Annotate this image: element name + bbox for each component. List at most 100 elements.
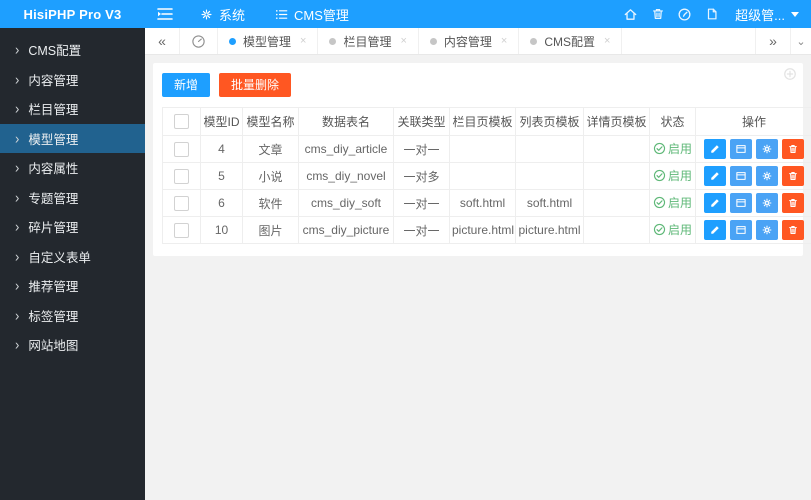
delete-button[interactable]: [782, 166, 804, 186]
tab-close-icon[interactable]: ×: [400, 35, 406, 47]
collapse-sidebar-icon[interactable]: [145, 7, 185, 21]
home-tab[interactable]: [180, 28, 218, 54]
fields-button[interactable]: [730, 220, 752, 240]
sidebar-item-label: CMS配置: [28, 44, 82, 59]
row-checkbox[interactable]: [174, 222, 189, 238]
sidebar-item-label: 自定义表单: [28, 250, 91, 265]
cell-table-name: cms_diy_picture: [298, 216, 394, 244]
settings-button[interactable]: [756, 166, 778, 186]
chevron-right-icon: ›: [15, 100, 20, 118]
sidebar-item-10[interactable]: › 网站地图: [0, 330, 145, 360]
add-button[interactable]: 新增: [162, 73, 211, 97]
sidebar-item-9[interactable]: › 标签管理: [0, 301, 145, 331]
delete-button[interactable]: [782, 193, 804, 213]
cell-relation-type: 一对多: [393, 162, 450, 190]
cell-relation-type: 一对一: [393, 216, 450, 244]
tab-label: 内容管理: [443, 34, 492, 49]
cell-actions: [695, 135, 811, 163]
settings-button[interactable]: [756, 139, 778, 159]
delete-button[interactable]: [782, 139, 804, 159]
cell-model-id: 6: [200, 189, 243, 217]
cell-table-name: cms_diy_soft: [298, 189, 394, 217]
cell-status: 启用: [649, 189, 696, 217]
chevron-right-icon: ›: [15, 188, 20, 206]
tab-3[interactable]: CMS配置 ×: [519, 28, 623, 54]
status-label: 启用: [667, 223, 692, 237]
sidebar-item-label: 碎片管理: [28, 221, 79, 236]
cell-relation-type: 一对一: [393, 135, 450, 163]
gauge-icon: [191, 34, 206, 49]
trash-icon[interactable]: [644, 0, 671, 28]
topbar-menu-0[interactable]: 系统: [185, 0, 260, 28]
row-checkbox[interactable]: [174, 168, 189, 184]
batch-delete-button[interactable]: 批量删除: [219, 73, 292, 97]
topbar-right: 超级管...: [617, 0, 811, 28]
sidebar-item-7[interactable]: › 自定义表单: [0, 242, 145, 272]
cell-model-id: 5: [200, 162, 243, 190]
edit-button[interactable]: [704, 166, 726, 186]
tab-close-icon[interactable]: ×: [501, 35, 507, 47]
row-checkbox-cell: [162, 135, 201, 163]
fields-button[interactable]: [730, 166, 752, 186]
cell-category-template: [449, 135, 516, 163]
cell-model-id: 4: [200, 135, 243, 163]
user-dropdown[interactable]: 超级管...: [725, 5, 811, 24]
toolbar: 新增 批量删除: [162, 73, 794, 97]
tab-0[interactable]: 模型管理 ×: [218, 28, 319, 54]
open-tabs: 模型管理 × 栏目管理 × 内容管理 × CMS配置 ×: [218, 28, 623, 54]
chevron-right-icon: ›: [15, 306, 20, 324]
delete-button[interactable]: [782, 220, 804, 240]
sidebar-item-3[interactable]: › 模型管理: [0, 123, 145, 153]
sidebar-item-2[interactable]: › 栏目管理: [0, 94, 145, 124]
sidebar-item-label: 专题管理: [28, 191, 79, 206]
monitor-icon[interactable]: [671, 0, 698, 28]
tabs-more-button[interactable]: ⌄: [790, 28, 811, 54]
cell-actions: [695, 189, 811, 217]
sidebar-item-0[interactable]: › CMS配置: [0, 35, 145, 65]
status-badge[interactable]: 启用: [653, 221, 692, 238]
topbar-menu-label: 系统: [219, 7, 246, 23]
edit-button[interactable]: [704, 220, 726, 240]
tab-2[interactable]: 内容管理 ×: [419, 28, 520, 54]
table-row: 4 文章 cms_diy_article 一对一 启用: [162, 135, 811, 163]
settings-button[interactable]: [756, 193, 778, 213]
topbar-icons: [617, 0, 725, 28]
topbar-menu-1[interactable]: CMS管理: [260, 0, 364, 28]
app-logo: HisiPHP Pro V3: [0, 0, 145, 28]
select-all-checkbox[interactable]: [174, 114, 189, 130]
status-badge[interactable]: 启用: [653, 194, 692, 211]
table-row: 10 图片 cms_diy_picture 一对一 picture.html pictur…: [162, 216, 811, 244]
chevron-right-icon: ›: [15, 70, 20, 88]
user-name: 超级管...: [735, 7, 785, 23]
settings-button[interactable]: [756, 220, 778, 240]
row-checkbox[interactable]: [174, 141, 189, 157]
fields-button[interactable]: [730, 193, 752, 213]
tab-close-icon[interactable]: ×: [300, 35, 306, 47]
tab-close-icon[interactable]: ×: [604, 35, 610, 47]
file-icon[interactable]: [698, 0, 725, 28]
tabs-scroll-right-button[interactable]: »: [755, 28, 790, 54]
sidebar-item-4[interactable]: › 内容属性: [0, 153, 145, 183]
column-header-7: 状态: [649, 107, 696, 136]
chevron-right-icon: ›: [15, 277, 20, 295]
status-badge[interactable]: 启用: [653, 140, 692, 157]
edit-button[interactable]: [704, 139, 726, 159]
caret-down-icon: [791, 11, 799, 17]
status-badge[interactable]: 启用: [653, 167, 692, 184]
sidebar-item-5[interactable]: › 专题管理: [0, 183, 145, 213]
cell-actions: [695, 216, 811, 244]
sidebar-item-8[interactable]: › 推荐管理: [0, 271, 145, 301]
home-icon[interactable]: [617, 0, 644, 28]
refresh-icon[interactable]: [783, 67, 797, 81]
tab-1[interactable]: 栏目管理 ×: [318, 28, 419, 54]
fields-button[interactable]: [730, 139, 752, 159]
edit-button[interactable]: [704, 193, 726, 213]
tab-label: 栏目管理: [343, 34, 392, 49]
models-table: 模型ID 模型名称 数据表名 关联类型 栏目页模板 列表页模板 详情页模板 状态 操作 4 文章 c…: [162, 107, 811, 244]
tabs-scroll-left-button[interactable]: «: [145, 28, 180, 54]
cell-table-name: cms_diy_article: [298, 135, 394, 163]
row-checkbox[interactable]: [174, 195, 189, 211]
status-label: 启用: [667, 142, 692, 156]
sidebar-item-6[interactable]: › 碎片管理: [0, 212, 145, 242]
sidebar-item-1[interactable]: › 内容管理: [0, 65, 145, 95]
